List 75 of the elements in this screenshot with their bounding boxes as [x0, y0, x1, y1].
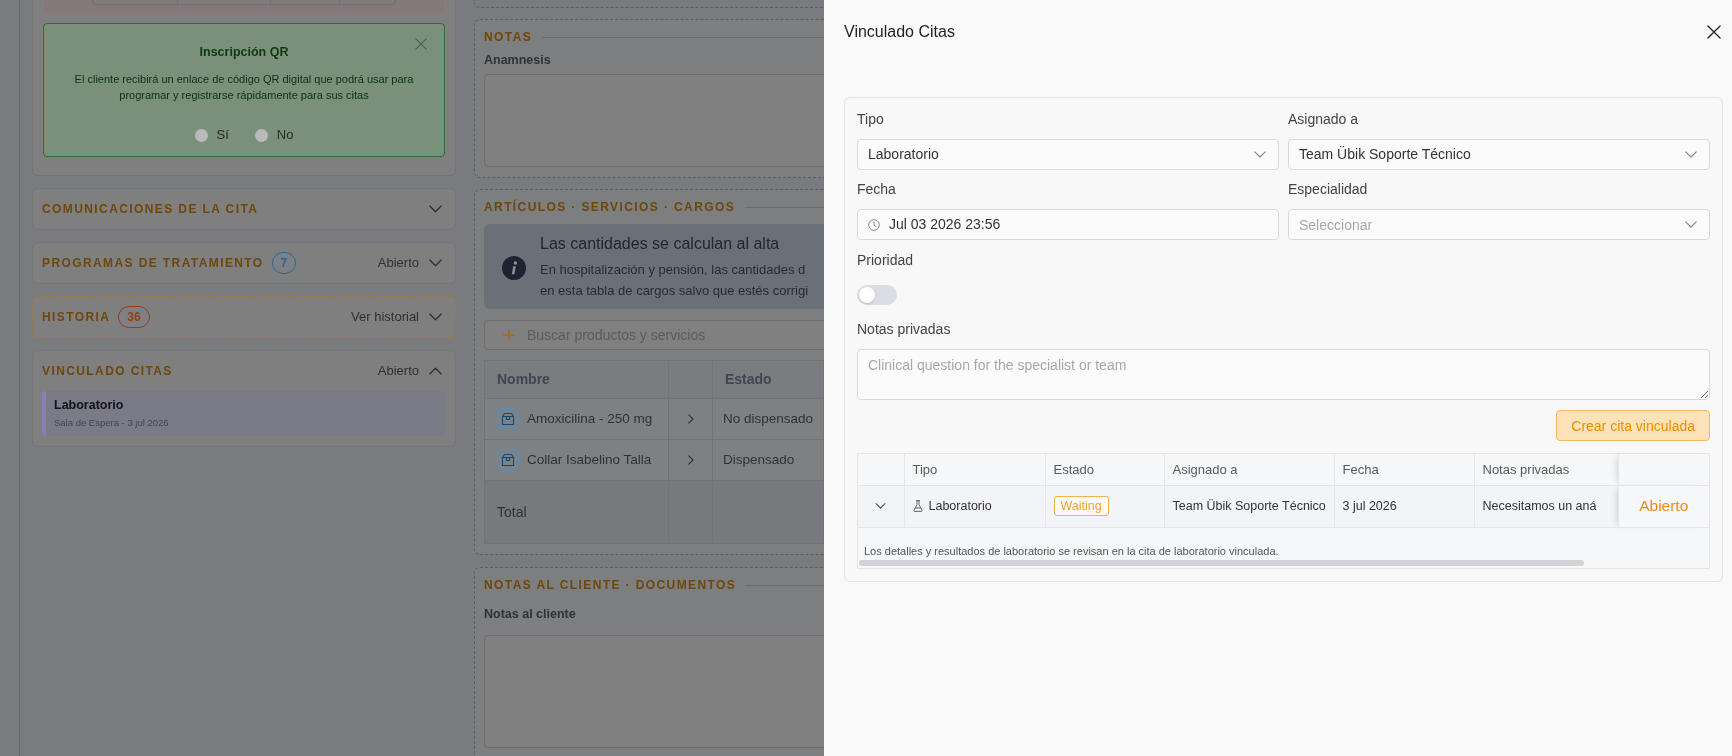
field-label: Notas al cliente — [484, 607, 577, 622]
package-icon — [497, 449, 519, 471]
table-cell: Team Übik Soporte Técnico — [1164, 485, 1334, 527]
chevron-down-icon[interactable] — [429, 205, 442, 213]
section-title: ARTÍCULOS · SERVICIOS · CARGOS — [484, 200, 736, 214]
clock-icon — [868, 218, 880, 231]
status-text: Abierto — [377, 254, 419, 273]
flask-icon — [912, 500, 923, 512]
section-title: PROGRAMAS DE TRATAMIENTO — [42, 255, 264, 272]
table-cell: Dispensado — [712, 439, 824, 481]
info-icon — [502, 255, 526, 280]
alert-text: en esta tabla de cargos salvo que estés corrigi — [540, 282, 809, 300]
table-header-cell: Fecha — [1334, 454, 1474, 485]
field-label: Especialidad — [1288, 180, 1369, 199]
chevron-down-icon[interactable] — [429, 259, 442, 267]
table-cell: 3 jul 2026 — [1334, 485, 1474, 527]
table-header-cell: Tipo — [904, 454, 1045, 485]
appointment-type: Laboratorio — [928, 497, 992, 515]
section-title: NOTAS AL CLIENTE · DOCUMENTOS — [484, 578, 737, 592]
chevron-up-icon[interactable] — [429, 367, 442, 375]
text-area-field[interactable] — [484, 635, 824, 748]
date-field[interactable]: Jul 03 2026 23:56 — [857, 209, 1279, 240]
panel-text: El cliente recibirá un enlace de código QR digital que podrá usar para programar y registrarse rápidamente para sus citas — [73, 72, 415, 103]
item-title: Laboratorio — [54, 397, 125, 413]
chevron-down-icon[interactable] — [429, 313, 442, 321]
table-cell: Necesitamos un aná — [1474, 485, 1618, 527]
chevron-right-icon[interactable] — [687, 455, 694, 466]
section-title: NOTAS — [484, 30, 533, 44]
table-footnote: Los detalles y resultados de laboratorio se revisan en la cita de laboratorio vinculada. — [863, 543, 1280, 559]
select-field[interactable]: Laboratorio — [857, 139, 1279, 170]
text-area-field[interactable] — [484, 74, 824, 167]
notes-field[interactable]: Clinical question for the specialist or team — [857, 349, 1710, 400]
field-label: Asignado a — [1288, 110, 1360, 129]
package-icon — [497, 408, 519, 430]
chevron-right-icon[interactable] — [687, 414, 694, 425]
chevron-down-icon — [1685, 221, 1697, 228]
select-field[interactable]: Team Übik Soporte Técnico — [1288, 139, 1710, 170]
count-badge: 7 — [271, 252, 297, 274]
field-label: Prioridad — [857, 251, 915, 270]
field-label: Fecha — [857, 180, 897, 199]
table-header-cell: Asignado a — [1164, 454, 1334, 485]
radio-option[interactable]: Sí — [194, 125, 229, 145]
radio-option[interactable]: No — [254, 125, 294, 145]
field-label: Notas privadas — [857, 320, 952, 339]
table-header-cell: Estado — [712, 360, 824, 399]
radio-icon[interactable] — [194, 128, 208, 142]
chevron-down-icon — [1254, 151, 1266, 158]
table-cell: Total — [484, 480, 669, 544]
field-label: Anamnesis — [484, 53, 552, 68]
section-title: VINCULADO CITAS — [42, 363, 173, 380]
alert-title: Las cantidades se calculan al alta — [540, 234, 781, 254]
field-label: Tipo — [857, 110, 885, 129]
status-badge: Waiting — [1053, 495, 1109, 516]
table-header-cell: Estado — [1045, 454, 1164, 485]
table-header-cell: Nombre — [484, 360, 669, 399]
scrollbar-thumb[interactable] — [859, 559, 1584, 566]
section-title: COMUNICACIONES DE LA CITA — [42, 201, 259, 218]
product-name: Collar Isabelino Talla — [527, 450, 652, 469]
drawer-title: Vinculado Citas — [844, 22, 955, 42]
product-name: Amoxicilina - 250 mg — [527, 409, 653, 428]
status-text: Abierto — [377, 362, 419, 381]
table-header-cell: Notas privadas — [1474, 454, 1618, 485]
open-link[interactable]: Abierto — [1639, 497, 1689, 515]
chevron-down-icon[interactable] — [875, 503, 887, 510]
toggle-switch[interactable] — [857, 285, 897, 305]
section-title: HISTORIA — [42, 309, 111, 326]
table-cell: No dispensado — [712, 398, 824, 440]
alert-text: En hospitalización y pensión, las cantidades d — [540, 261, 807, 279]
count-badge: 36 — [118, 306, 150, 328]
panel-title: Inscripción QR — [199, 45, 289, 60]
radio-icon[interactable] — [254, 128, 268, 142]
chevron-down-icon — [1685, 151, 1697, 158]
select-field[interactable]: Seleccionar — [1288, 209, 1710, 240]
status-text: Ver historial — [351, 308, 419, 327]
close-icon[interactable] — [1707, 25, 1721, 39]
